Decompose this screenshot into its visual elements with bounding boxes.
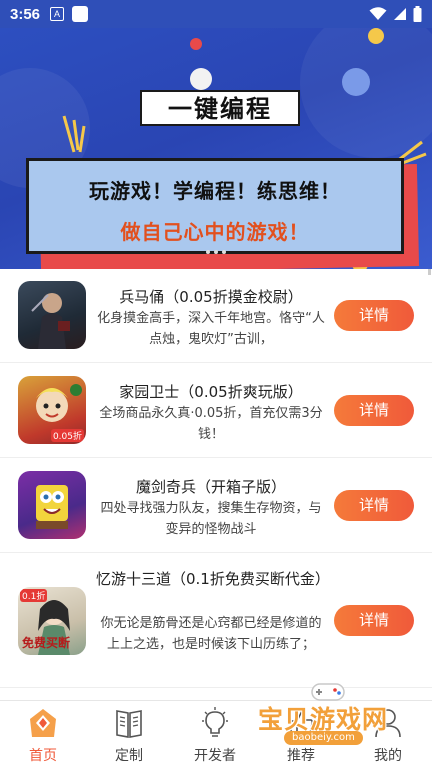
warrior-icon (31, 293, 70, 349)
list-item[interactable]: 魔剑奇兵（开箱子版） 四处寻找强力队友，搜集生存物资，与变异的怪物战斗 详情 (0, 458, 432, 553)
game-description: 全场商品永久真·0.05折，首充仅需3分钱！ (99, 406, 323, 442)
game-description: 你无论是筋骨还是心窍都已经是修道的上上之选，也是时候该下山历练了； (100, 616, 322, 652)
game-thumbnail: 0.1折 免费买断 (18, 587, 86, 655)
game-description: 四处寻找强力队友，搜集生存物资，与变异的怪物战斗 (100, 501, 322, 537)
details-button[interactable]: 详情 (334, 300, 414, 331)
details-button[interactable]: 详情 (334, 605, 414, 636)
nav-label: 首页 (29, 748, 57, 764)
game-description: 化身摸金高手，深入千年地宫。恪守“人点烛，鬼吹灯”古训， (97, 311, 325, 347)
carousel-dots (206, 250, 226, 254)
banner-dot-blue (342, 68, 370, 96)
banner-slogan-1: 玩游戏！学编程！练思维！ (89, 179, 341, 203)
nav-item-custom[interactable]: 定制 (86, 701, 172, 768)
banner-slogan-2: 做自己心中的游戏！ (120, 220, 310, 244)
banner-dot-white (190, 68, 212, 90)
list-item[interactable]: 0.05折 家园卫士（0.05折爽玩版） 全场商品永久真·0.05折，首充仅需3… (0, 363, 432, 458)
details-button[interactable]: 详情 (334, 395, 414, 426)
game-title: 魔剑奇兵（开箱子版） (135, 478, 286, 496)
list-item[interactable]: 0.1折 免费买断 忆游十三道（0.1折免费买断代金） 你无论是筋骨还是心窍都已… (0, 553, 432, 688)
book-icon (116, 710, 142, 738)
thumbnail-caption: 免费买断 (22, 636, 71, 650)
game-thumbnail: 0.05折 (18, 376, 86, 444)
game-thumbnail (18, 471, 86, 539)
banner-title: 一键编程 (140, 90, 300, 126)
nav-label: 开发者 (194, 748, 236, 764)
sponge-character-icon (36, 485, 68, 529)
signal-icon (394, 8, 406, 20)
watermark: 宝贝游戏网 baobeiy.com (258, 678, 428, 748)
promo-banner[interactable]: 一键编程 玩游戏！学编程！练思维！ 做自己心中的游戏！ (0, 28, 432, 269)
lightbulb-icon (202, 707, 228, 737)
status-bar: 3:56 A (0, 0, 432, 28)
home-icon (30, 709, 56, 737)
battery-icon (413, 6, 422, 22)
nav-item-developer[interactable]: 开发者 (172, 701, 258, 768)
banner-panel: 玩游戏！学编程！练思维！ 做自己心中的游戏！ (26, 158, 404, 254)
discount-badge: 0.1折 (20, 589, 48, 602)
nav-label: 我的 (374, 748, 402, 764)
banner-dot-red (190, 38, 202, 50)
nav-label: 定制 (115, 748, 143, 764)
status-time: 3:56 (10, 5, 41, 23)
discount-badge: 0.05折 (50, 429, 84, 442)
game-thumbnail (18, 281, 86, 349)
carousel-dot (206, 250, 210, 254)
spark-icon (62, 115, 86, 153)
list-item[interactable]: 兵马俑（0.05折摸金校尉） 化身摸金高手，深入千年地宫。恪守“人点烛，鬼吹灯”… (0, 269, 432, 363)
game-title: 忆游十三道（0.1折免费买断代金） (96, 570, 330, 588)
details-button[interactable]: 详情 (334, 490, 414, 521)
nav-label: 推荐 (287, 748, 315, 764)
nav-item-home[interactable]: 首页 (0, 701, 86, 768)
watermark-url: baobeiy.com (284, 731, 363, 745)
carousel-dot (222, 250, 226, 254)
game-title: 兵马俑（0.05折摸金校尉） (119, 288, 303, 306)
game-title: 家园卫士（0.05折爽玩版） (119, 383, 303, 401)
notification-a-icon: A (50, 7, 65, 21)
carousel-dot (214, 250, 218, 254)
banner-dot-yellow (368, 28, 384, 44)
notification-square-icon (72, 6, 89, 22)
wifi-icon (369, 7, 387, 20)
